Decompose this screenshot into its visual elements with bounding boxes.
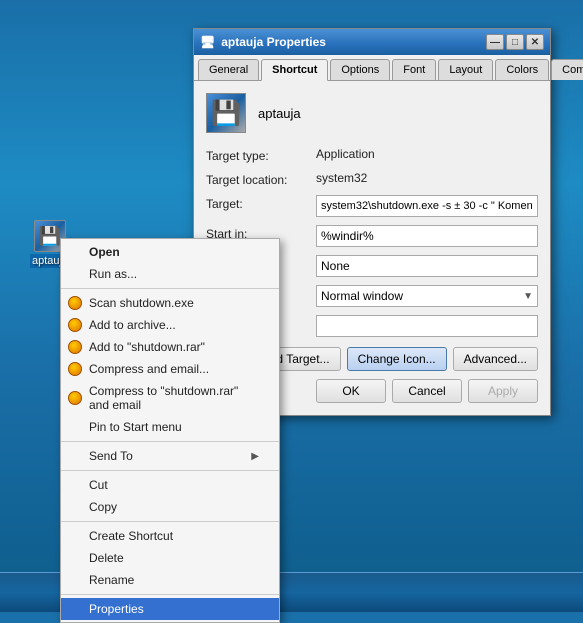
target-location-value: system32 [316, 171, 538, 185]
menu-item-scan[interactable]: Scan shutdown.exe [61, 292, 279, 314]
menu-item-copy[interactable]: Copy [61, 496, 279, 518]
menu-item-sendto-label: Send To [89, 449, 133, 463]
rar-email-icon [67, 361, 83, 377]
target-label: Target: [206, 195, 316, 211]
menu-item-pin[interactable]: Pin to Start menu [61, 416, 279, 438]
icon-row: 💾 aptauja [206, 93, 538, 133]
dialog-titlebar: 🖥 aptauja Properties — □ ✕ [194, 29, 550, 55]
dialog-controls: — □ ✕ [486, 34, 544, 50]
separator-5 [61, 594, 279, 595]
menu-item-rename-label: Rename [89, 573, 134, 587]
change-icon-button[interactable]: Change Icon... [347, 347, 447, 371]
maximize-button[interactable]: □ [506, 34, 524, 50]
menu-item-add-shutdown-label: Add to "shutdown.rar" [89, 340, 205, 354]
minimize-button[interactable]: — [486, 34, 504, 50]
menu-item-runas[interactable]: Run as... [61, 263, 279, 285]
shortcut-key-input[interactable] [316, 255, 538, 277]
menu-item-add-shutdown[interactable]: Add to "shutdown.rar" [61, 336, 279, 358]
rar-archive-icon [67, 317, 83, 333]
menu-item-create-shortcut[interactable]: Create Shortcut [61, 525, 279, 547]
menu-item-rename[interactable]: Rename [61, 569, 279, 591]
dialog-title-icon: 🖥 [200, 35, 215, 49]
target-type-row: Target type: Application [206, 147, 538, 163]
menu-item-cut-label: Cut [89, 478, 108, 492]
start-in-input[interactable] [316, 225, 538, 247]
menu-item-cut[interactable]: Cut [61, 474, 279, 496]
menu-item-open[interactable]: Open [61, 241, 279, 263]
shortcut-name: aptauja [258, 106, 301, 121]
menu-item-pin-label: Pin to Start menu [89, 420, 182, 434]
separator-1 [61, 288, 279, 289]
tab-options[interactable]: Options [330, 59, 390, 80]
menu-item-properties-label: Properties [89, 602, 144, 616]
menu-item-create-shortcut-label: Create Shortcut [89, 529, 173, 543]
menu-item-delete-label: Delete [89, 551, 124, 565]
run-dropdown-value: Normal window [321, 289, 403, 303]
dialog-title-text: aptauja Properties [221, 35, 326, 49]
menu-item-properties[interactable]: Properties [61, 598, 279, 620]
dropdown-arrow-icon: ▼ [523, 291, 533, 302]
run-dropdown[interactable]: Normal window ▼ [316, 285, 538, 307]
rar-scan-icon [67, 295, 83, 311]
rar-shutdown-email-icon [67, 390, 83, 406]
separator-2 [61, 441, 279, 442]
close-button[interactable]: ✕ [526, 34, 544, 50]
menu-item-compress-shutdown-email-label: Compress to "shutdown.rar" and email [89, 384, 259, 412]
target-type-label: Target type: [206, 147, 316, 163]
ok-button[interactable]: OK [316, 379, 386, 403]
target-input[interactable] [316, 195, 538, 217]
separator-4 [61, 521, 279, 522]
separator-3 [61, 470, 279, 471]
tab-compatibility[interactable]: Compatibility [551, 59, 583, 80]
menu-item-runas-label: Run as... [89, 267, 137, 281]
tab-font[interactable]: Font [392, 59, 436, 80]
context-menu: Open Run as... Scan shutdown.exe Add to … [60, 238, 280, 623]
target-row: Target: [206, 195, 538, 217]
shortcut-icon: 💾 [206, 93, 246, 133]
target-location-label: Target location: [206, 171, 316, 187]
dialog-tabs: General Shortcut Options Font Layout Col… [194, 55, 550, 81]
menu-item-compress-email[interactable]: Compress and email... [61, 358, 279, 380]
dialog-title-area: 🖥 aptauja Properties [200, 35, 326, 49]
apply-button[interactable]: Apply [468, 379, 538, 403]
tab-general[interactable]: General [198, 59, 259, 80]
comment-input[interactable] [316, 315, 538, 337]
menu-item-scan-label: Scan shutdown.exe [89, 296, 194, 310]
tab-colors[interactable]: Colors [495, 59, 549, 80]
menu-item-copy-label: Copy [89, 500, 117, 514]
menu-item-open-label: Open [89, 245, 120, 259]
menu-item-add-archive[interactable]: Add to archive... [61, 314, 279, 336]
rar-shutdown-icon [67, 339, 83, 355]
menu-item-compress-shutdown-email[interactable]: Compress to "shutdown.rar" and email [61, 380, 279, 416]
desktop: 💾 aptauja 🖥 aptauja Properties — □ ✕ Gen… [0, 0, 583, 612]
advanced-button[interactable]: Advanced... [453, 347, 538, 371]
sendto-arrow-icon: ▶ [251, 451, 259, 462]
tab-shortcut[interactable]: Shortcut [261, 59, 328, 81]
target-location-row: Target location: system32 [206, 171, 538, 187]
menu-item-add-archive-label: Add to archive... [89, 318, 176, 332]
menu-item-sendto[interactable]: Send To ▶ [61, 445, 279, 467]
cancel-button[interactable]: Cancel [392, 379, 462, 403]
tab-layout[interactable]: Layout [438, 59, 493, 80]
menu-item-compress-email-label: Compress and email... [89, 362, 209, 376]
menu-item-delete[interactable]: Delete [61, 547, 279, 569]
target-type-value: Application [316, 147, 538, 161]
